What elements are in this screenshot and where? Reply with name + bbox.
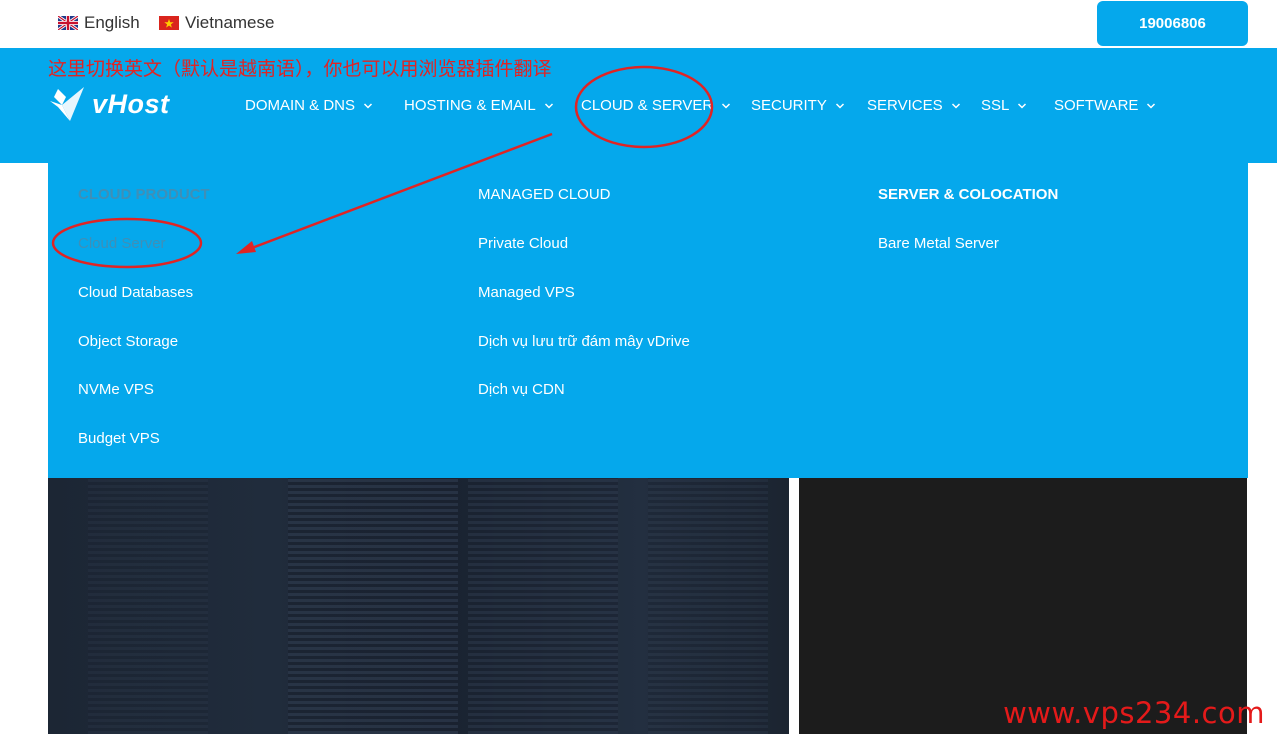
nav-ssl[interactable]: SSL <box>981 97 1027 114</box>
chevron-down-icon <box>1018 102 1027 109</box>
annotation-note: 这里切换英文（默认是越南语），你也可以用浏览器插件翻译 <box>48 58 552 80</box>
vhost-logo-text: vHost <box>92 88 170 119</box>
vietnam-flag-icon <box>159 16 179 30</box>
menu-item-cdn[interactable]: Dịch vụ CDN <box>478 381 565 398</box>
nav-cloud-server[interactable]: CLOUD & SERVER <box>581 97 731 114</box>
server-rack-shape <box>288 478 458 734</box>
language-english[interactable]: English <box>58 13 140 33</box>
hero-datacenter-image <box>48 478 789 734</box>
hotline-button[interactable]: 19006806 <box>1097 1 1248 46</box>
nav-ssl-label: SSL <box>981 97 1010 114</box>
nav-software[interactable]: SOFTWARE <box>1054 97 1156 114</box>
nav-services[interactable]: SERVICES <box>867 97 961 114</box>
language-vietnamese[interactable]: Vietnamese <box>159 13 274 33</box>
cloud-product-heading: CLOUD PRODUCT <box>78 186 210 203</box>
server-rack-shape <box>468 478 618 734</box>
nav-services-label: SERVICES <box>867 97 943 114</box>
menu-item-managed-vps[interactable]: Managed VPS <box>478 284 575 301</box>
chevron-down-icon <box>835 102 844 109</box>
nav-hosting-email-label: HOSTING & EMAIL <box>404 97 536 114</box>
language-vietnamese-label: Vietnamese <box>185 13 275 32</box>
menu-item-managed-cloud[interactable]: MANAGED CLOUD <box>478 186 611 203</box>
top-bar: English Vietnamese 19006806 <box>0 0 1277 48</box>
nav-security-label: SECURITY <box>751 97 827 114</box>
menu-item-cloud-databases[interactable]: Cloud Databases <box>78 284 193 301</box>
nav-hosting-email[interactable]: HOSTING & EMAIL <box>404 97 554 114</box>
cloud-server-dropdown: CLOUD PRODUCT Cloud Server Cloud Databas… <box>48 163 1248 478</box>
nav-domain-dns-label: DOMAIN & DNS <box>245 97 356 114</box>
chevron-down-icon <box>363 102 373 109</box>
menu-item-nvme-vps[interactable]: NVMe VPS <box>78 381 154 398</box>
vhost-logo-mark-icon <box>50 87 84 121</box>
chevron-down-icon <box>1147 102 1156 109</box>
server-rack-shape <box>88 478 208 734</box>
server-rack-shape <box>648 478 768 734</box>
menu-item-bare-metal-server[interactable]: Bare Metal Server <box>878 235 999 252</box>
menu-item-cloud-server[interactable]: Cloud Server <box>78 235 166 252</box>
chevron-down-icon <box>951 102 960 109</box>
nav-software-label: SOFTWARE <box>1054 97 1139 114</box>
menu-item-vdrive[interactable]: Dịch vụ lưu trữ đám mây vDrive <box>478 333 690 350</box>
menu-item-object-storage[interactable]: Object Storage <box>78 333 178 350</box>
vhost-logo[interactable]: vHost <box>48 85 170 123</box>
nav-cloud-server-label: CLOUD & SERVER <box>581 97 714 114</box>
nav-domain-dns[interactable]: DOMAIN & DNS <box>245 97 373 114</box>
menu-item-budget-vps[interactable]: Budget VPS <box>78 430 160 447</box>
server-colocation-heading: SERVER & COLOCATION <box>878 186 1059 203</box>
chevron-down-icon <box>544 102 553 109</box>
nav-security[interactable]: SECURITY <box>751 97 845 114</box>
menu-item-private-cloud[interactable]: Private Cloud <box>478 235 568 252</box>
main-navigation: 这里切换英文（默认是越南语），你也可以用浏览器插件翻译 vHost DOMAIN… <box>0 48 1277 163</box>
language-english-label: English <box>84 13 140 32</box>
chevron-down-icon <box>722 102 731 109</box>
uk-flag-icon <box>58 16 78 30</box>
watermark: www.vps234.com <box>1003 696 1265 730</box>
